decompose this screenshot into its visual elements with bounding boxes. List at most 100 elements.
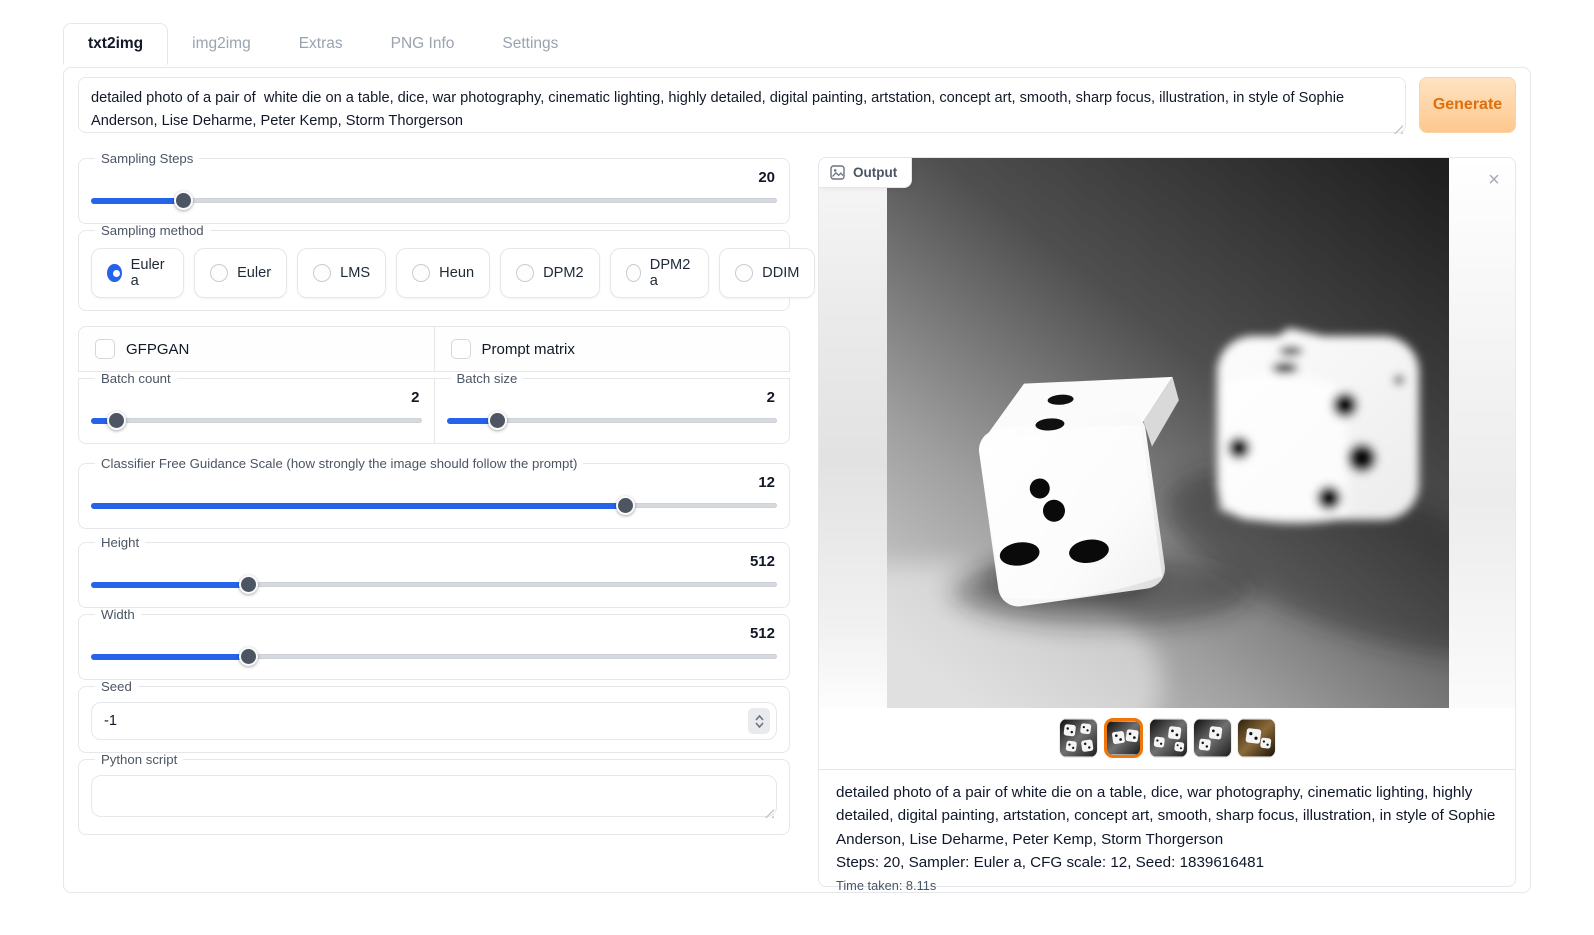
slider-fill <box>91 503 626 509</box>
tab-bar: txt2imgimg2imgExtrasPNG InfoSettings <box>63 23 582 64</box>
gallery-right-fade <box>1449 158 1515 708</box>
thumbnail-dice-scatter[interactable] <box>1194 719 1231 757</box>
app-container: detailed photo of a pair of white die on… <box>63 67 1531 893</box>
prompt-matrix-option[interactable]: Prompt matrix <box>434 326 791 372</box>
batch-count-group: Batch count 2 <box>78 371 435 444</box>
radio-label: Euler a <box>131 257 168 289</box>
radio-option-euler-a[interactable]: Euler a <box>91 248 184 298</box>
height-value: 512 <box>91 552 777 572</box>
radio-label: DDIM <box>762 265 799 281</box>
batch-size-group: Batch size 2 <box>434 371 791 444</box>
seed-value: -1 <box>104 713 117 729</box>
tab-txt2img[interactable]: txt2img <box>63 23 168 65</box>
radio-circle-icon <box>313 264 331 282</box>
batch-size-value: 2 <box>447 388 778 408</box>
cfg-scale-value: 12 <box>91 473 777 493</box>
height-group: Height 512 <box>78 535 790 608</box>
radio-circle-icon <box>412 264 430 282</box>
python-script-input[interactable] <box>91 775 777 817</box>
radio-circle-icon <box>626 264 641 282</box>
batch-count-slider[interactable] <box>91 410 422 431</box>
gfpgan-label: GFPGAN <box>126 341 189 358</box>
seed-input[interactable]: -1 <box>91 702 777 740</box>
close-icon[interactable]: × <box>1481 168 1507 194</box>
output-panel: Output <box>818 157 1516 887</box>
radio-option-dpm2-a[interactable]: DPM2 a <box>610 248 710 298</box>
thumbnail-dice-table[interactable] <box>1150 719 1187 757</box>
tab-img2img[interactable]: img2img <box>168 24 275 64</box>
tab-PNG Info[interactable]: PNG Info <box>367 24 479 64</box>
cfg-scale-group: Classifier Free Guidance Scale (how stro… <box>78 456 790 529</box>
slider-thumb[interactable] <box>107 411 126 430</box>
slider-thumb[interactable] <box>616 496 635 515</box>
radio-label: Heun <box>439 265 474 281</box>
output-panel-label: Output <box>853 165 897 180</box>
tab-Settings[interactable]: Settings <box>478 24 582 64</box>
output-image[interactable] <box>887 158 1451 708</box>
sampling-steps-label: Sampling Steps <box>95 151 199 166</box>
radio-circle-icon <box>516 264 534 282</box>
slider-thumb[interactable] <box>488 411 507 430</box>
radio-option-dpm2[interactable]: DPM2 <box>500 248 600 298</box>
chevron-up-icon <box>755 715 764 721</box>
sampling-steps-slider[interactable] <box>91 190 777 211</box>
output-panel-tab: Output <box>819 158 912 188</box>
tab-Extras[interactable]: Extras <box>275 24 367 64</box>
radio-label: Euler <box>237 265 271 281</box>
slider-fill <box>91 582 249 588</box>
sampling-method-group: Sampling method Euler a Euler LMS Heun DPM2 D… <box>78 223 790 311</box>
seed-stepper[interactable] <box>748 708 770 734</box>
height-label: Height <box>95 535 145 550</box>
batch-size-label: Batch size <box>451 371 524 386</box>
batch-row: Batch count 2 Batch size 2 <box>78 371 790 444</box>
thumbnail-dice-gold[interactable] <box>1238 719 1275 757</box>
height-slider[interactable] <box>91 574 777 595</box>
width-slider[interactable] <box>91 646 777 667</box>
output-caption: detailed photo of a pair of white die on… <box>819 770 1515 901</box>
cfg-scale-slider[interactable] <box>91 495 777 516</box>
slider-thumb[interactable] <box>239 575 258 594</box>
python-script-group: Python script <box>78 752 790 835</box>
radio-circle-icon <box>107 264 122 282</box>
prompt-matrix-label: Prompt matrix <box>482 341 575 358</box>
generate-button[interactable]: Generate <box>1419 77 1516 133</box>
thumbnail-strip <box>819 718 1515 758</box>
radio-label: DPM2 a <box>650 257 693 289</box>
caption-prompt: detailed photo of a pair of white die on… <box>836 781 1498 851</box>
gfpgan-checkbox[interactable] <box>95 339 115 359</box>
prompt-wrap: detailed photo of a pair of white die on… <box>78 77 1406 138</box>
slider-rail <box>91 418 422 423</box>
output-gallery: × <box>819 158 1515 770</box>
thumbnail-dice-grid[interactable] <box>1060 719 1097 757</box>
slider-fill <box>91 198 184 204</box>
slider-thumb[interactable] <box>174 191 193 210</box>
width-label: Width <box>95 607 141 622</box>
radio-option-ddim[interactable]: DDIM <box>719 248 815 298</box>
settings-column: Sampling Steps 20 Sampling method Euler … <box>78 151 790 887</box>
seed-label: Seed <box>95 679 138 694</box>
sampling-steps-value: 20 <box>91 168 777 188</box>
batch-count-value: 2 <box>91 388 422 408</box>
radio-circle-icon <box>210 264 228 282</box>
radio-option-heun[interactable]: Heun <box>396 248 490 298</box>
radio-option-lms[interactable]: LMS <box>297 248 386 298</box>
image-icon <box>830 165 845 180</box>
python-script-label: Python script <box>95 752 183 767</box>
seed-group: Seed -1 <box>78 679 790 753</box>
batch-size-slider[interactable] <box>447 410 778 431</box>
sampling-method-options: Euler aEulerLMSHeunDPM2DPM2 aDDIMPLMS <box>91 248 777 298</box>
slider-rail <box>91 198 777 203</box>
sampling-method-label: Sampling method <box>95 223 210 238</box>
chevron-down-icon <box>755 722 764 728</box>
slider-fill <box>91 654 249 660</box>
prompt-input[interactable]: detailed photo of a pair of white die on… <box>78 77 1406 133</box>
slider-thumb[interactable] <box>239 647 258 666</box>
width-value: 512 <box>91 624 777 644</box>
prompt-matrix-checkbox[interactable] <box>451 339 471 359</box>
gfpgan-option[interactable]: GFPGAN <box>78 326 435 372</box>
radio-option-euler[interactable]: Euler <box>194 248 287 298</box>
caption-time-taken: Time taken: 8.11s <box>836 878 1498 893</box>
caption-params: Steps: 20, Sampler: Euler a, CFG scale: … <box>836 851 1498 874</box>
thumbnail-dice-pair[interactable] <box>1104 718 1143 758</box>
radio-label: LMS <box>340 265 370 281</box>
